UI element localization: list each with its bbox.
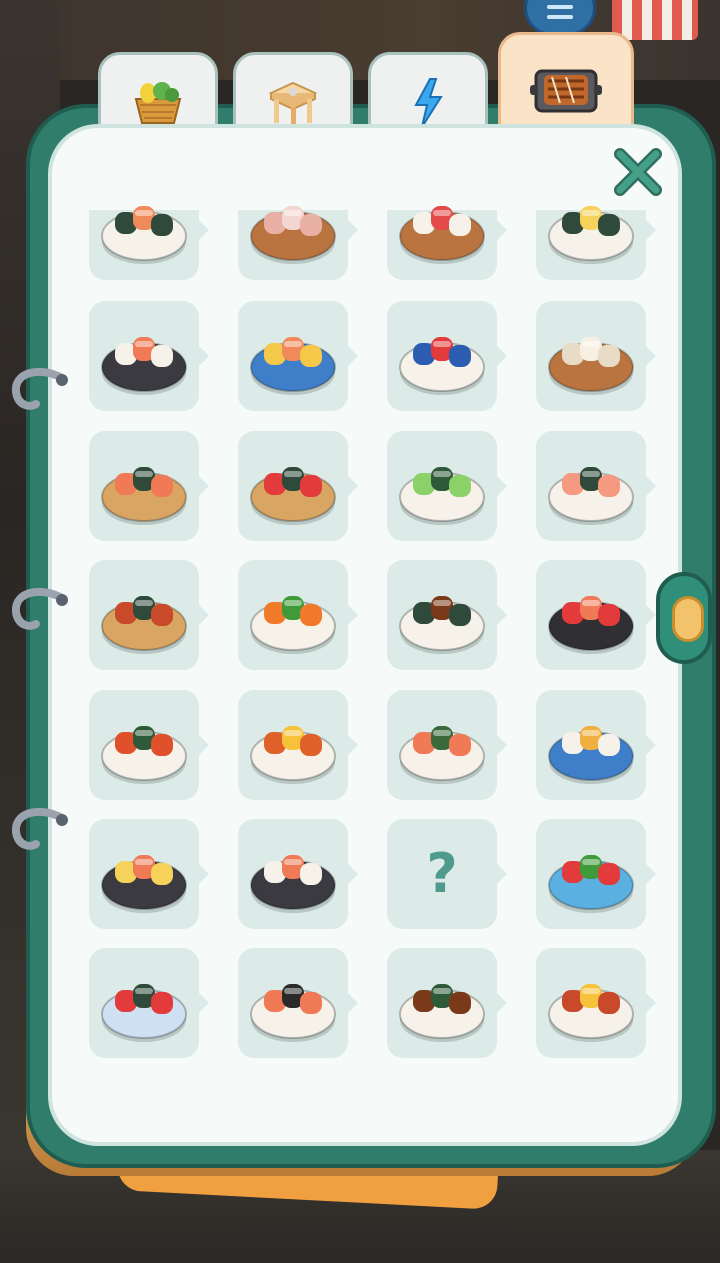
eel-roll-icon xyxy=(399,596,485,654)
white-fish-nigiri-icon xyxy=(548,337,634,395)
sashimi-platter-icon xyxy=(548,596,634,654)
recipe-slot[interactable] xyxy=(536,206,656,280)
recipe-slot[interactable] xyxy=(238,690,358,800)
recipe-slot[interactable] xyxy=(89,690,209,800)
tuna-sashimi-icon xyxy=(399,337,485,395)
recipe-slot[interactable] xyxy=(238,819,358,929)
eel-maki-icon xyxy=(399,984,485,1042)
futomaki-icon xyxy=(101,984,187,1042)
salmon-platter-icon xyxy=(250,855,336,913)
recipe-slot[interactable] xyxy=(387,206,507,280)
recipe-slot[interactable] xyxy=(89,560,209,670)
spicy-maki-icon xyxy=(101,726,187,784)
temaki-pair-icon xyxy=(101,596,187,654)
recipe-slot[interactable] xyxy=(387,560,507,670)
recipe-slot[interactable]: ? xyxy=(387,819,507,929)
recipe-slot[interactable] xyxy=(536,301,656,411)
recipe-slot[interactable] xyxy=(536,819,656,929)
recipe-slot[interactable] xyxy=(536,431,656,541)
octopus-sushi-icon xyxy=(250,206,336,264)
maki-roll-plate-icon xyxy=(250,984,336,1042)
recipe-slot[interactable] xyxy=(89,206,209,280)
recipe-slot[interactable] xyxy=(387,948,507,1058)
tamago-sushi-icon xyxy=(548,206,634,264)
recipe-slot[interactable] xyxy=(238,206,358,280)
recipe-slot[interactable] xyxy=(238,560,358,670)
recipe-slot[interactable] xyxy=(387,431,507,541)
recipe-slot[interactable] xyxy=(238,431,358,541)
tuna-nigiri-icon xyxy=(399,206,485,264)
recipe-slot[interactable] xyxy=(387,690,507,800)
salmon-maki-icon xyxy=(399,726,485,784)
egg-roll-icon xyxy=(250,726,336,784)
recipe-slot[interactable] xyxy=(238,301,358,411)
recipe-slot[interactable] xyxy=(89,819,209,929)
salmon-sashimi-icon xyxy=(250,337,336,395)
recipe-slot[interactable] xyxy=(387,301,507,411)
tuna-hand-roll-icon xyxy=(250,467,336,525)
tamago-roll-icon xyxy=(548,984,634,1042)
recipe-slot[interactable] xyxy=(536,948,656,1058)
recipe-slot[interactable] xyxy=(89,431,209,541)
cucumber-maki-icon xyxy=(399,467,485,525)
question-mark-icon: ? xyxy=(426,842,458,905)
recipe-slot[interactable] xyxy=(536,560,656,670)
recipe-slot[interactable] xyxy=(89,948,209,1058)
tempura-shrimp-icon xyxy=(548,726,634,784)
nigiri-board-icon xyxy=(101,855,187,913)
recipe-slot[interactable] xyxy=(89,301,209,411)
salmon-hand-roll-icon xyxy=(101,467,187,525)
shrimp-hand-roll-icon xyxy=(548,467,634,525)
recipe-slot[interactable] xyxy=(238,948,358,1058)
recipe-slot[interactable] xyxy=(536,690,656,800)
recipe-grid: ? xyxy=(0,0,720,1263)
salmon-nigiri-icon xyxy=(101,206,187,264)
salmon-nigiri-board-icon xyxy=(101,337,187,395)
cone-sushi-stand-icon xyxy=(548,855,634,913)
ikura-gunkan-icon xyxy=(250,596,336,654)
